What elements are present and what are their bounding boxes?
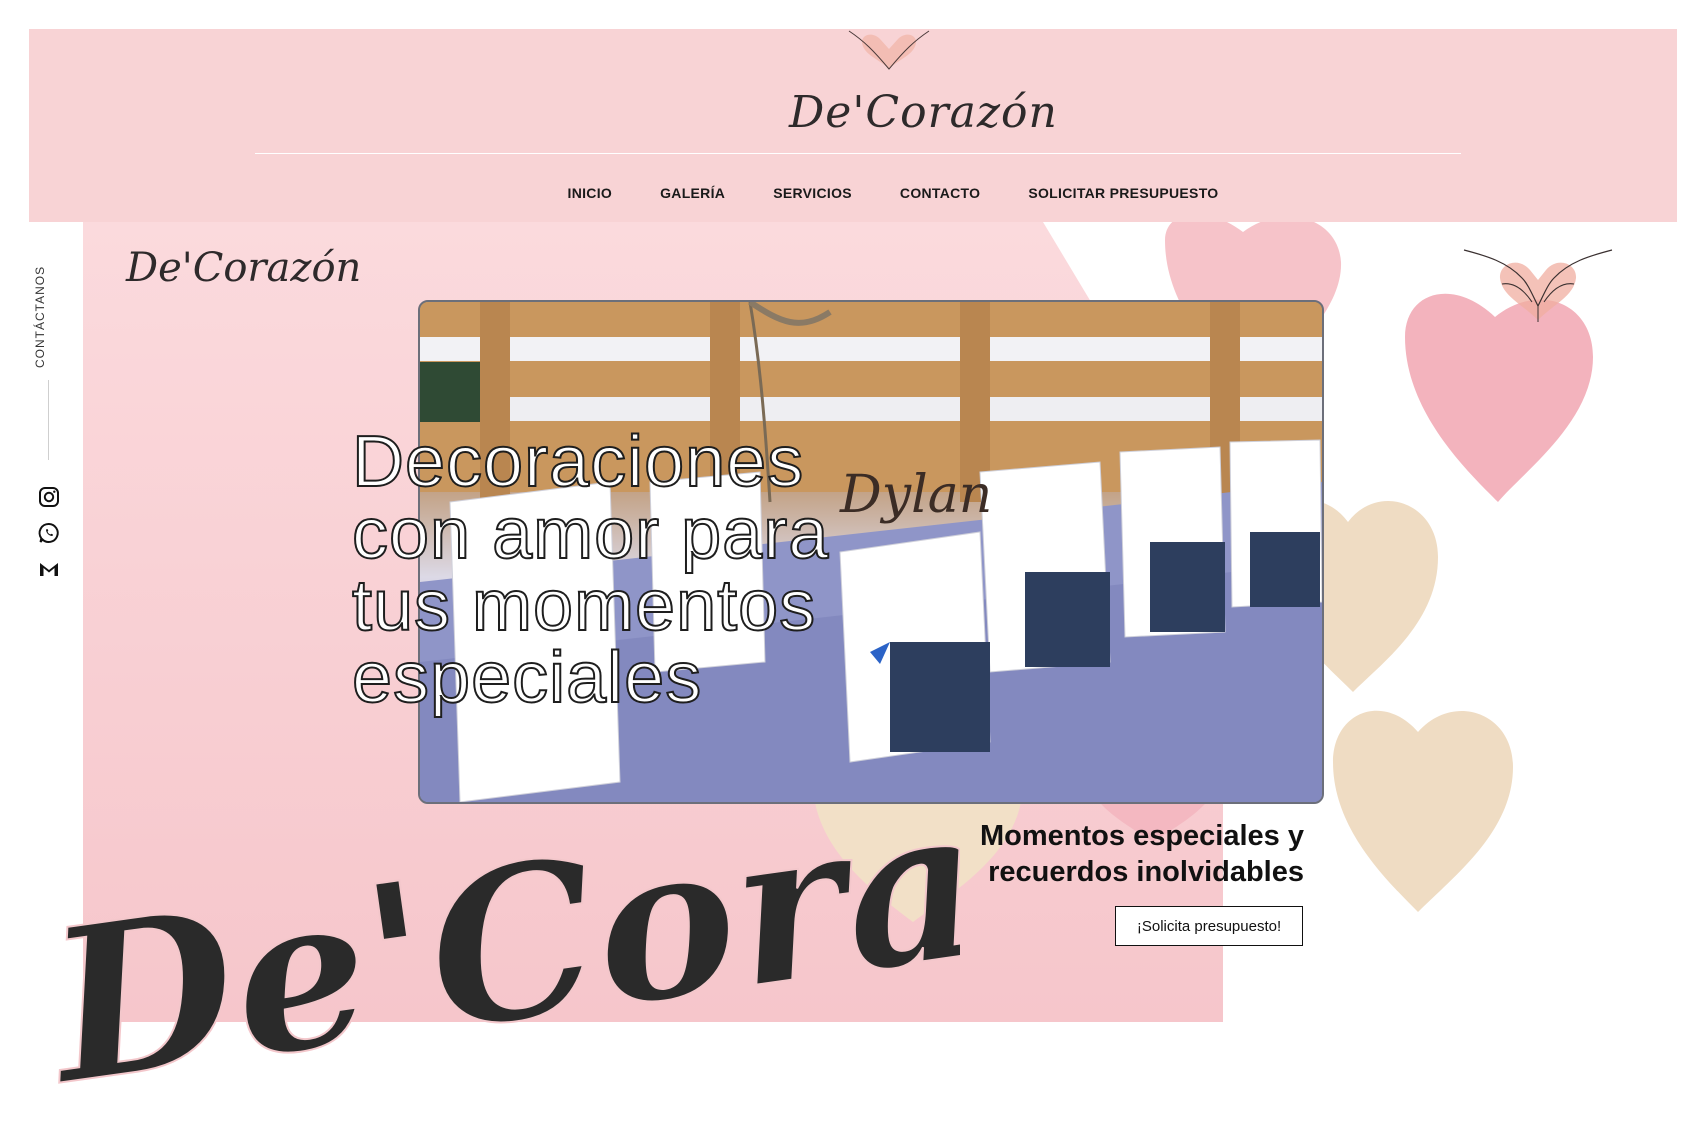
big-brand-logo: De'Corazón [40, 800, 960, 1090]
rail-divider [48, 380, 49, 460]
nav-item-servicios[interactable]: SERVICIOS [773, 185, 852, 201]
nav-item-galeria[interactable]: GALERÍA [660, 185, 725, 201]
hero-headline: Decoraciones con amor para tus momentos … [351, 422, 830, 718]
nav-item-solicitar-presupuesto[interactable]: SOLICITAR PRESUPUESTO [1028, 185, 1218, 201]
gmail-icon[interactable] [38, 558, 60, 580]
hero-logo-text: De'Corazón [126, 245, 362, 291]
request-quote-button[interactable]: ¡Solicita presupuesto! [1115, 906, 1303, 946]
site-header: De'Corazón INICIO GALERÍA SERVICIOS CONT… [29, 29, 1677, 222]
nav-item-inicio[interactable]: INICIO [568, 185, 613, 201]
big-logo-text: De'Corazón [40, 800, 960, 1090]
header-logo-text[interactable]: De'Corazón [789, 87, 1057, 138]
hands-heart-illustration-icon [1463, 249, 1613, 322]
contact-vertical-label[interactable]: CONTÁCTANOS [33, 258, 63, 368]
header-divider [255, 153, 1461, 154]
instagram-icon[interactable] [38, 486, 60, 508]
whatsapp-icon[interactable] [38, 522, 60, 544]
nav-item-contacto[interactable]: CONTACTO [900, 185, 980, 201]
main-nav: INICIO GALERÍA SERVICIOS CONTACTO SOLICI… [29, 185, 1677, 201]
hands-heart-logo-icon [848, 30, 930, 70]
hero-tagline: Momentos especiales y recuerdos inolvida… [980, 820, 1304, 888]
